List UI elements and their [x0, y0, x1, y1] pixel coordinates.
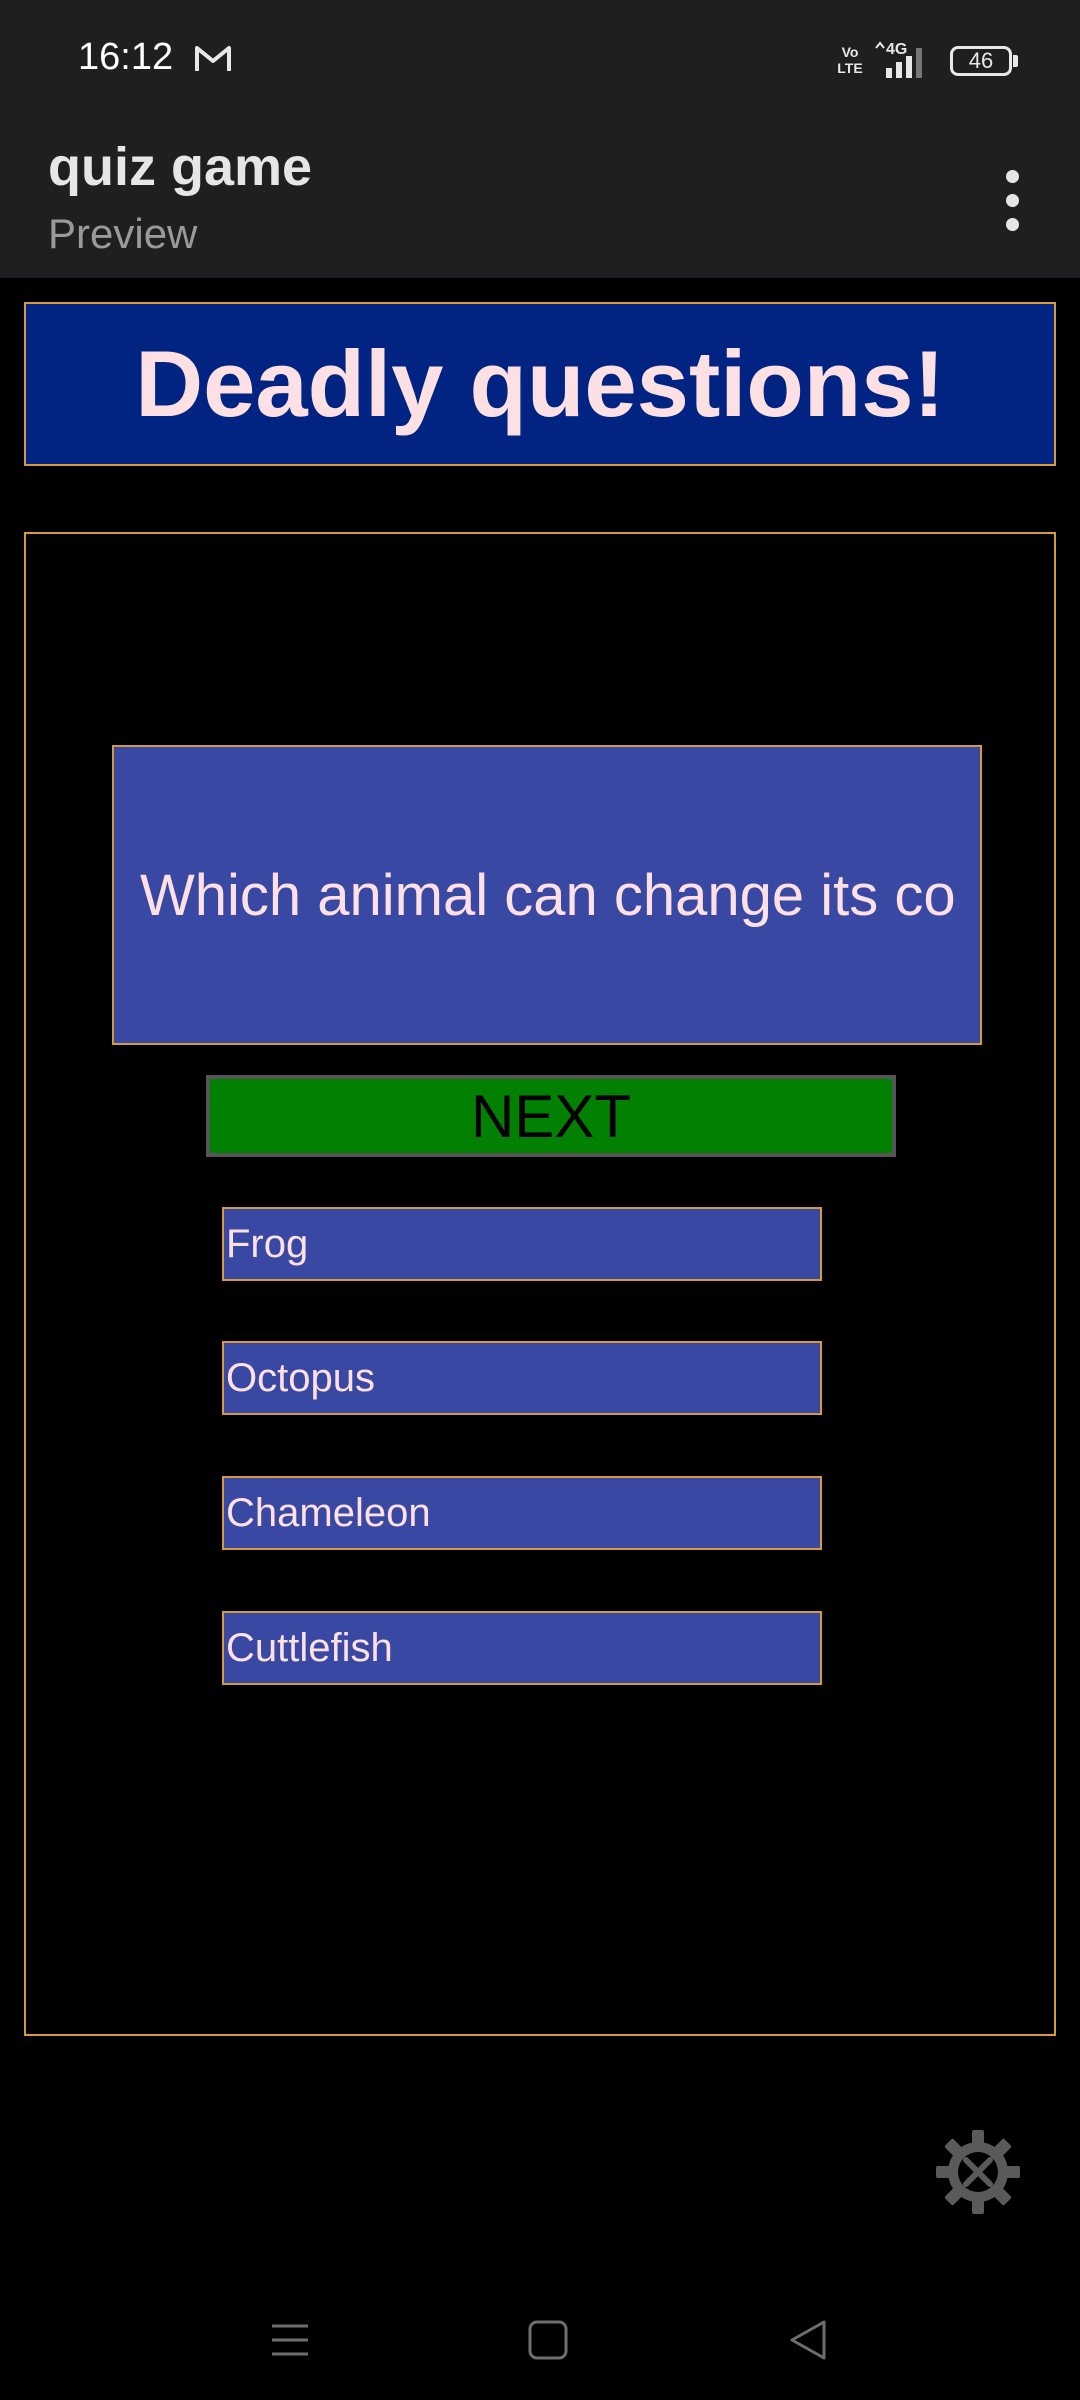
- answer-option-chameleon[interactable]: Chameleon: [222, 1476, 822, 1550]
- question-text: Which animal can change its color?: [140, 862, 954, 928]
- status-time: 16:12: [78, 36, 174, 78]
- battery-icon: 46: [950, 46, 1012, 76]
- quiz-banner: Deadly questions!: [24, 302, 1056, 466]
- signal-4g-icon: 4G: [875, 41, 922, 78]
- app-bar: quiz game Preview: [0, 124, 1080, 278]
- menu-icon[interactable]: [260, 2310, 320, 2370]
- settings-tools-icon[interactable]: [936, 2130, 1020, 2214]
- volte-icon: Vo LTE: [837, 44, 863, 76]
- answer-option-cuttlefish[interactable]: Cuttlefish: [222, 1611, 822, 1685]
- banner-title: Deadly questions!: [135, 331, 945, 436]
- question-box: Which animal can change its color?: [112, 745, 982, 1045]
- gmail-icon: [195, 46, 231, 71]
- battery-level: 46: [968, 48, 994, 73]
- answer-option-octopus[interactable]: Octopus: [222, 1341, 822, 1415]
- app-subtitle: Preview: [48, 210, 198, 257]
- answer-option-frog[interactable]: Frog: [222, 1207, 822, 1281]
- next-button[interactable]: NEXT: [206, 1075, 896, 1157]
- navigation-bar: [0, 2270, 1080, 2400]
- app-title: quiz game: [48, 137, 313, 197]
- battery-tip: [1013, 55, 1018, 67]
- home-icon[interactable]: [518, 2310, 578, 2370]
- more-vert-icon[interactable]: [990, 164, 1038, 236]
- status-bar: 16:12 Vo LTE 4G 46: [0, 0, 1080, 124]
- back-icon[interactable]: [778, 2310, 838, 2370]
- network-label: 4G: [886, 41, 907, 58]
